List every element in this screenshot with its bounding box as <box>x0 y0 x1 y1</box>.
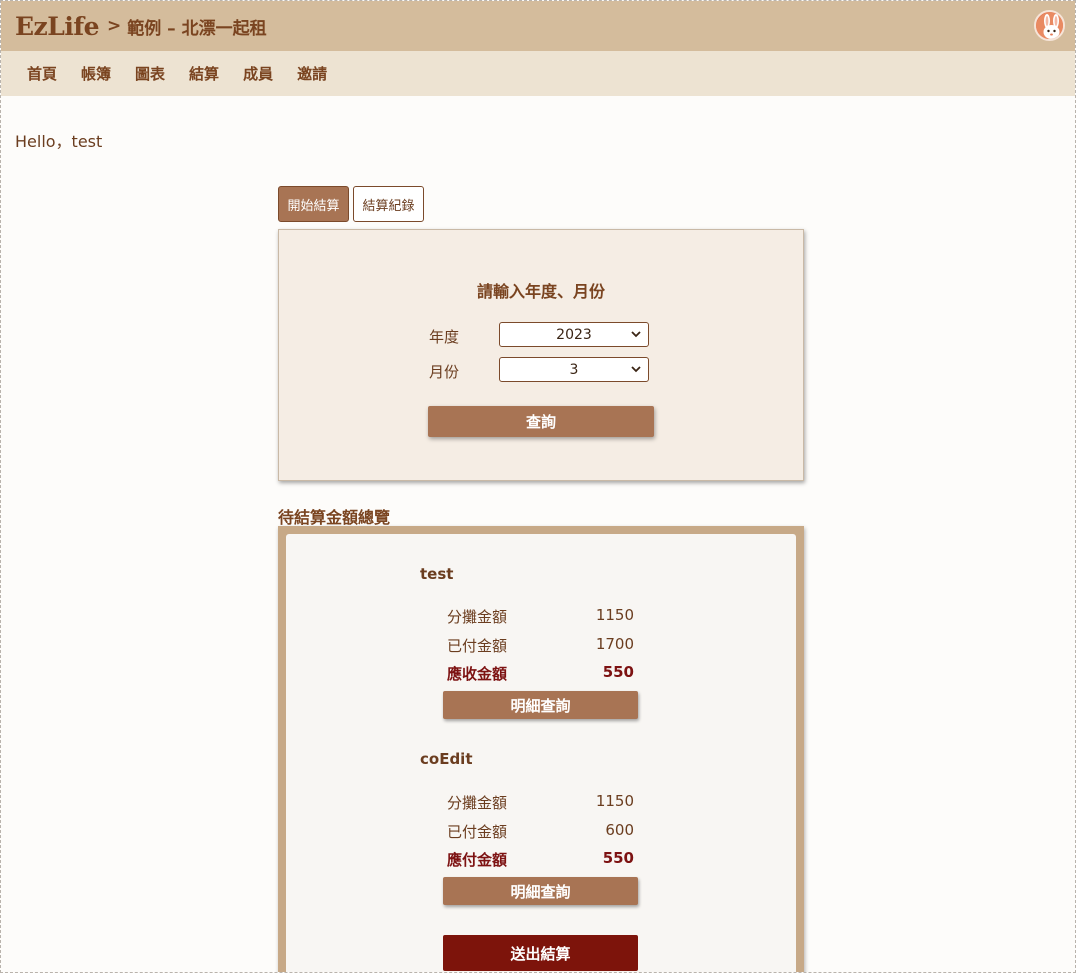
share-value: 1150 <box>595 792 634 810</box>
detail-button[interactable]: 明細查詢 <box>443 691 638 719</box>
nav-home[interactable]: 首頁 <box>27 63 57 84</box>
paid-label: 已付金額 <box>447 823 508 841</box>
share-label: 分攤金額 <box>447 608 508 626</box>
breadcrumb-separator: > <box>107 16 122 36</box>
month-select[interactable]: 3 <box>499 357 649 382</box>
summary-content: test 分攤金額 1150 已付金額 1700 應收金額 550 明細查詢 c… <box>286 534 796 972</box>
paid-value: 600 <box>605 821 634 839</box>
query-card: 請輸入年度、月份 年度 2023 月份 3 查詢 <box>278 229 804 481</box>
nav-members[interactable]: 成員 <box>243 63 273 84</box>
month-label: 月份 <box>429 363 460 381</box>
payable-value: 550 <box>602 849 634 867</box>
main-nav: 首頁 帳簿 圖表 結算 成員 邀請 <box>1 51 1075 96</box>
query-title: 請輸入年度、月份 <box>476 282 605 301</box>
user-avatar[interactable] <box>1034 10 1065 41</box>
year-select[interactable]: 2023 <box>499 322 649 347</box>
nav-charts[interactable]: 圖表 <box>135 63 165 84</box>
chevron-down-icon <box>631 331 641 338</box>
page-frame: EzLife > 範例 – 北漂一起租 首頁 帳簿 圖表 結算 成員 邀請 He… <box>0 0 1076 973</box>
payable-label: 應付金額 <box>447 851 508 869</box>
header-bar: EzLife > 範例 – 北漂一起租 <box>1 1 1075 51</box>
greeting-text: Hello，test <box>15 132 103 151</box>
share-value: 1150 <box>595 606 634 624</box>
member-name: coEdit <box>420 750 473 768</box>
year-select-value: 2023 <box>556 326 592 343</box>
submit-settlement-button[interactable]: 送出結算 <box>443 935 638 971</box>
summary-panel: test 分攤金額 1150 已付金額 1700 應收金額 550 明細查詢 c… <box>278 526 804 972</box>
receivable-label: 應收金額 <box>447 665 508 683</box>
summary-title: 待結算金額總覽 <box>278 508 391 527</box>
chevron-down-icon <box>631 366 641 373</box>
tab-settlement-history[interactable]: 結算紀錄 <box>353 186 424 222</box>
query-button[interactable]: 查詢 <box>428 406 654 437</box>
month-select-value: 3 <box>569 361 579 378</box>
tab-start-settlement[interactable]: 開始結算 <box>278 186 349 222</box>
app-logo[interactable]: EzLife <box>15 12 100 41</box>
receivable-value: 550 <box>602 663 634 681</box>
member-name: test <box>420 565 454 583</box>
nav-settlement[interactable]: 結算 <box>189 63 219 84</box>
rabbit-avatar-icon <box>1036 12 1063 39</box>
year-label: 年度 <box>429 328 460 346</box>
paid-label: 已付金額 <box>447 637 508 655</box>
nav-invite[interactable]: 邀請 <box>297 63 327 84</box>
nav-ledger[interactable]: 帳簿 <box>81 63 111 84</box>
share-label: 分攤金額 <box>447 794 508 812</box>
book-title: 範例 – 北漂一起租 <box>127 18 267 39</box>
detail-button[interactable]: 明細查詢 <box>443 877 638 905</box>
paid-value: 1700 <box>595 635 634 653</box>
